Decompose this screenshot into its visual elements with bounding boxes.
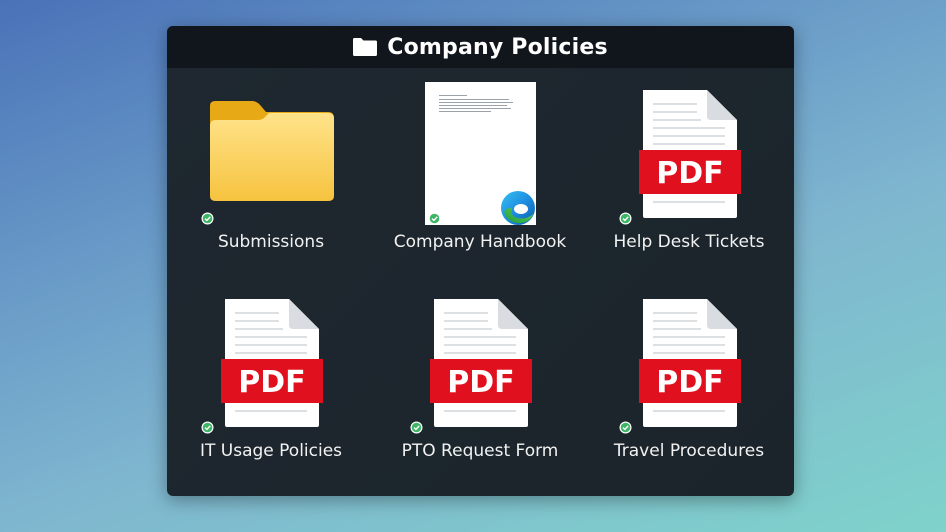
file-name: PTO Request Form bbox=[401, 441, 559, 461]
pdf-badge-text: PDF bbox=[238, 365, 305, 400]
file-name: IT Usage Policies bbox=[199, 441, 343, 461]
file-name: Help Desk Tickets bbox=[613, 232, 765, 252]
pdf-file-icon: PDF bbox=[430, 299, 532, 427]
pdf-file-icon: PDF bbox=[221, 299, 323, 427]
file-name: Company Handbook bbox=[393, 232, 567, 252]
pdf-file-icon: PDF bbox=[639, 299, 741, 427]
file-item-company-handbook[interactable]: Company Handbook bbox=[385, 82, 575, 274]
document-thumbnail bbox=[425, 82, 536, 225]
pdf-file-icon: PDF bbox=[639, 90, 741, 218]
file-item-pto-request-form[interactable]: PDF PTO Request Form bbox=[385, 293, 575, 483]
file-item-help-desk-tickets[interactable]: PDF Help Desk Tickets bbox=[594, 84, 784, 274]
edge-browser-icon bbox=[501, 191, 535, 225]
file-item-submissions[interactable]: Submissions bbox=[176, 84, 366, 274]
pdf-badge-text: PDF bbox=[447, 365, 514, 400]
sync-check-icon bbox=[619, 212, 632, 225]
window-titlebar: Company Policies bbox=[167, 26, 794, 68]
pdf-badge-text: PDF bbox=[656, 365, 723, 400]
file-explorer-window: Company Policies Submissions Company Han… bbox=[167, 26, 794, 496]
sync-check-icon bbox=[619, 421, 632, 434]
file-name: Submissions bbox=[217, 232, 325, 252]
sync-check-icon bbox=[201, 421, 214, 434]
sync-check-icon bbox=[410, 421, 423, 434]
file-item-travel-procedures[interactable]: PDF Travel Procedures bbox=[594, 293, 784, 483]
file-name: Travel Procedures bbox=[613, 441, 765, 461]
pdf-badge-text: PDF bbox=[656, 156, 723, 191]
file-item-it-usage-policies[interactable]: PDF IT Usage Policies bbox=[176, 293, 366, 483]
folder-icon bbox=[353, 38, 378, 56]
sync-check-icon bbox=[201, 212, 214, 225]
folder-icon bbox=[210, 101, 334, 201]
window-title: Company Policies bbox=[387, 34, 608, 60]
sync-check-icon bbox=[428, 212, 441, 225]
